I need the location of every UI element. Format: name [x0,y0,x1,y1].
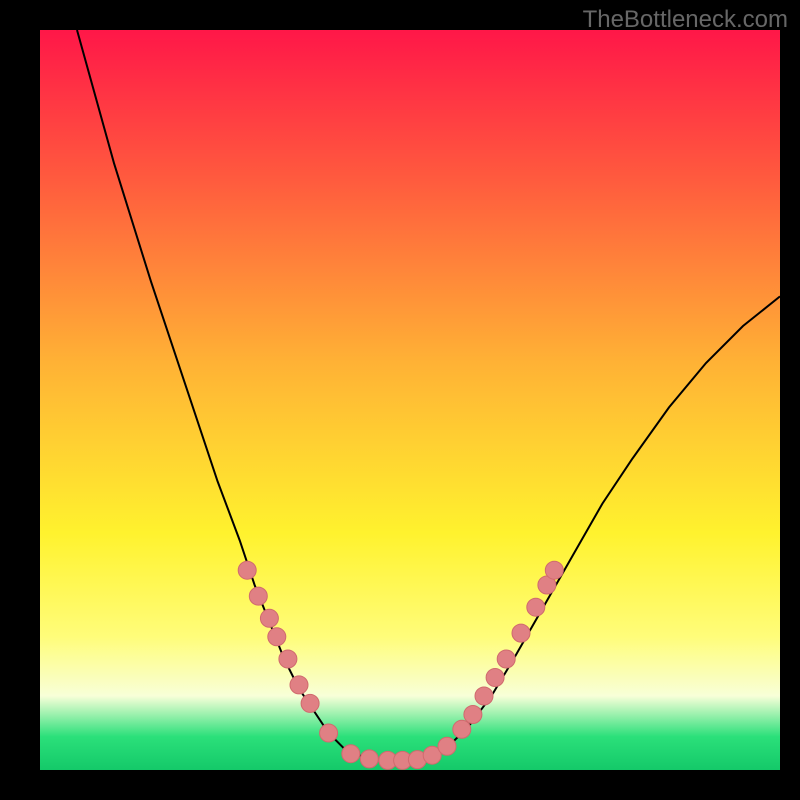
data-dot [545,561,563,579]
frame: TheBottleneck.com [0,0,800,800]
data-dot [512,624,530,642]
data-dot [279,650,297,668]
data-dot [260,609,278,627]
data-dot [497,650,515,668]
data-dot [475,687,493,705]
series-lines [77,30,780,760]
watermark-text: TheBottleneck.com [583,6,788,34]
data-dot [527,598,545,616]
data-dot [249,587,267,605]
data-dot [464,706,482,724]
plot-area [40,30,780,770]
chart-svg [40,30,780,770]
data-dot [438,737,456,755]
data-dot [320,724,338,742]
data-dot [453,720,471,738]
scatter-dots [238,561,563,769]
data-dot [301,694,319,712]
data-dot [290,676,308,694]
data-dot [360,750,378,768]
data-dot [238,561,256,579]
data-dot [268,628,286,646]
data-dot [342,745,360,763]
data-dot [486,669,504,687]
bottleneck-curve [77,30,780,760]
